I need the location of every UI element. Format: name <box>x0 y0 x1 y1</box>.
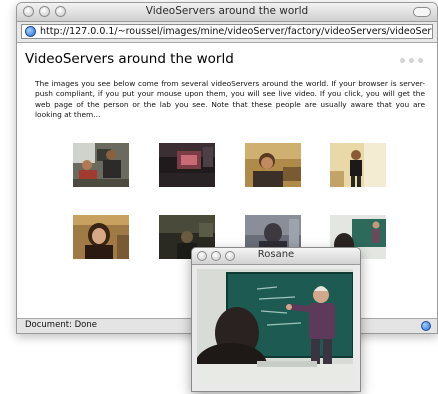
dark-room-image <box>159 143 215 187</box>
videoserver-thumbnail-2[interactable] <box>159 143 215 187</box>
window-title: VideoServers around the world <box>145 5 309 17</box>
address-field[interactable]: http://127.0.0.1/~roussel/images/mine/vi… <box>21 24 433 39</box>
man-at-desk-image <box>245 143 301 187</box>
woman-portrait-image <box>73 215 129 259</box>
page-title: VideoServers around the world <box>25 51 234 67</box>
videoserver-thumbnail-1[interactable] <box>73 143 129 187</box>
popup-video-window: Rosane <box>191 247 361 392</box>
toolbar-toggle-button[interactable] <box>413 7 431 17</box>
popup-title: Rosane <box>257 249 295 260</box>
globe-icon <box>25 26 36 37</box>
url-text[interactable]: http://127.0.0.1/~roussel/images/mine/vi… <box>40 26 432 37</box>
status-text: Document: Done <box>25 320 97 330</box>
address-bar: http://127.0.0.1/~roussel/images/mine/vi… <box>17 22 437 43</box>
popup-title-bar[interactable]: Rosane <box>192 248 360 265</box>
people-at-desk-image <box>73 143 129 187</box>
videoserver-thumbnail-3[interactable] <box>245 143 301 187</box>
loading-dots-icon <box>400 58 423 63</box>
title-bar[interactable]: VideoServers around the world <box>17 3 437 22</box>
intro-paragraph: The images you see below come from sever… <box>35 79 425 120</box>
security-globe-icon[interactable] <box>421 321 431 331</box>
videoserver-thumbnail-4[interactable] <box>330 143 386 187</box>
person-standing-image <box>330 143 386 187</box>
videoserver-thumbnail-5[interactable] <box>73 215 129 259</box>
live-video-feed-image[interactable] <box>197 269 353 384</box>
